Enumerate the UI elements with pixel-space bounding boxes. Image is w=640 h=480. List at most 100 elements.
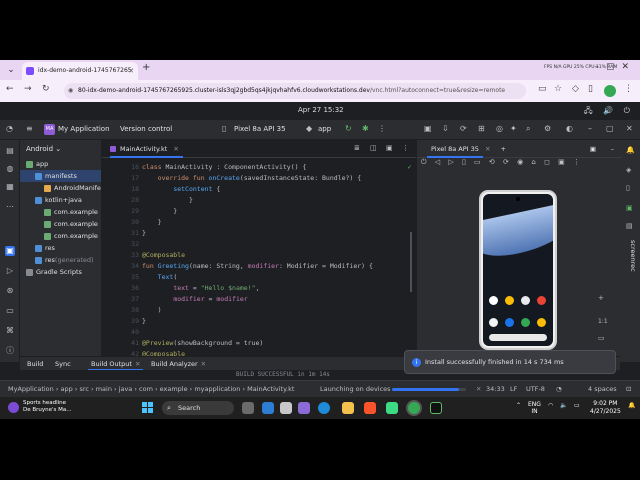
settings-icon[interactable]: ⚙ xyxy=(544,124,551,133)
code-line[interactable]: 40 xyxy=(102,327,416,338)
messages-icon[interactable] xyxy=(505,318,514,327)
notification-bell-icon[interactable]: 🔔 xyxy=(628,402,635,409)
main-menu-icon[interactable]: ≡ xyxy=(26,124,33,133)
news-widget[interactable]: Sports headline De Bruyne's Ma... xyxy=(8,400,78,416)
panel-options-icon[interactable]: ▣ xyxy=(590,140,596,158)
file-encoding[interactable]: UTF-8 xyxy=(526,385,545,393)
play-store-icon[interactable] xyxy=(489,296,498,305)
editor-menu-icon[interactable]: ⋮ xyxy=(402,144,409,152)
tree-item[interactable]: manifests xyxy=(20,170,101,182)
tray-overflow-icon[interactable]: ⌃ xyxy=(516,402,521,409)
edge-icon[interactable] xyxy=(318,402,330,414)
cancel-launch-icon[interactable]: ✕ xyxy=(476,385,481,393)
code-line[interactable]: 30 } xyxy=(102,217,416,228)
zoom-in-icon[interactable]: + xyxy=(598,294,604,302)
tree-item[interactable]: res xyxy=(20,242,101,254)
breadcrumb[interactable]: MyApplication › app › src › main › java … xyxy=(8,385,294,393)
code-line[interactable]: 36 text = "Hello $name!", xyxy=(102,283,416,294)
install-notification[interactable]: i Install successfully finished in 14 s … xyxy=(404,350,616,374)
file-explorer-icon[interactable] xyxy=(342,402,354,414)
app-inspection-icon[interactable]: ⊛ xyxy=(5,286,15,296)
logcat-icon[interactable]: ▭ xyxy=(5,306,15,316)
code-line[interactable]: 18 setContent { xyxy=(102,184,416,195)
project-view-selector[interactable]: Android xyxy=(26,145,53,153)
tree-item[interactable]: app xyxy=(20,158,101,170)
copilot-icon[interactable] xyxy=(298,402,310,414)
run-tool-icon[interactable]: ▷ xyxy=(5,266,15,276)
bottom-tab-build-analyzer[interactable]: Build Analyzer ✕ xyxy=(148,357,209,371)
editor-tab-mainactivity[interactable]: MainActivity.kt ✕ xyxy=(110,140,183,158)
code-view-icon[interactable]: ≣ xyxy=(354,144,360,152)
code-line[interactable]: 39} xyxy=(102,316,416,327)
close-window-icon[interactable]: ✕ xyxy=(626,124,633,133)
tree-item[interactable]: res(generated) xyxy=(20,254,101,266)
editor-scrollbar[interactable] xyxy=(410,232,412,292)
device-tab[interactable]: Pixel 8a API 35 xyxy=(427,140,483,158)
side-panel-icon[interactable]: ▯ xyxy=(588,84,593,94)
photos-icon[interactable] xyxy=(521,296,530,305)
new-tab-icon[interactable]: + xyxy=(142,62,150,73)
vcs-status-icon[interactable]: ◔ xyxy=(556,385,562,393)
close-tab-icon[interactable]: ✕ xyxy=(128,62,134,80)
code-line[interactable]: 38 ) xyxy=(102,305,416,316)
site-info-icon[interactable]: ◉ xyxy=(68,83,73,99)
install-app-icon[interactable]: ▭ xyxy=(538,84,547,94)
volume-icon[interactable]: 🔈 xyxy=(560,402,567,409)
zoom-fit-icon[interactable]: ▭ xyxy=(598,334,605,342)
code-line[interactable]: 16 class MainActivity : ComponentActivity… xyxy=(102,162,416,173)
project-selector[interactable]: My Application xyxy=(58,125,110,133)
youtube-icon[interactable] xyxy=(537,296,546,305)
code-line[interactable]: 28 } xyxy=(102,195,416,206)
language-indicator[interactable]: ENG IN xyxy=(528,401,541,415)
terminal-icon[interactable]: ⌘ xyxy=(5,326,15,336)
back-icon[interactable]: ← xyxy=(6,84,14,94)
chrome-icon[interactable] xyxy=(521,318,530,327)
code-line[interactable]: 34 fun Greeting(name: String, modifier: M… xyxy=(102,261,416,272)
close-build-output-icon[interactable]: ✕ xyxy=(135,360,140,368)
sync-icon[interactable]: ⟳ xyxy=(460,124,467,133)
code-line[interactable]: 41 @Preview(showBackground = true) xyxy=(102,338,416,349)
add-device-icon[interactable]: + xyxy=(501,145,506,153)
running-devices-side-icon[interactable]: ▣ xyxy=(626,204,633,212)
project-folder-icon[interactable]: ▤ xyxy=(5,146,15,156)
reload-icon[interactable]: ↻ xyxy=(42,84,50,94)
battery-icon[interactable]: ▭ xyxy=(574,402,580,409)
tree-item[interactable]: Gradle Scripts xyxy=(20,266,101,278)
cursor-position[interactable]: 34:33 xyxy=(486,385,505,393)
tab-search-icon[interactable]: ⌄ xyxy=(4,63,18,77)
emulator-phone[interactable] xyxy=(479,190,557,350)
project-panel-header[interactable]: Android ⌄ xyxy=(20,140,101,158)
indent-setting[interactable]: 4 spaces xyxy=(588,385,617,393)
problems-icon[interactable]: ⓘ xyxy=(5,346,15,356)
url-field[interactable]: ◉ 80-idx-demo-android-1745767265925.clus… xyxy=(64,83,526,99)
chrome-taskbar-icon[interactable] xyxy=(408,402,420,414)
taskbar-search[interactable]: ⌕ Search xyxy=(162,401,234,415)
search-icon[interactable]: ⌕ xyxy=(526,124,530,134)
bottom-tab-build-output[interactable]: Build Output ✕ xyxy=(88,357,144,371)
tree-item[interactable]: kotlin+java xyxy=(20,194,101,206)
close-device-tab-icon[interactable]: ✕ xyxy=(485,145,490,153)
resource-manager-icon[interactable]: ▦ xyxy=(5,182,15,192)
version-control-menu[interactable]: Version control xyxy=(120,125,172,133)
run-config-selector[interactable]: app xyxy=(318,125,331,133)
tree-item[interactable]: com.example xyxy=(20,230,101,242)
phone-search-bar[interactable] xyxy=(489,334,547,341)
window-controls[interactable]: –▢✕ xyxy=(594,62,636,72)
zoom-actual[interactable]: 1:1 xyxy=(598,318,608,325)
more-actions-icon[interactable]: ⋮ xyxy=(378,124,386,133)
tree-item[interactable]: com.example xyxy=(20,218,101,230)
terminal-taskbar-icon[interactable] xyxy=(430,402,442,414)
bottom-tab-build[interactable]: Build xyxy=(24,357,46,371)
bottom-tab-sync[interactable]: Sync xyxy=(52,357,74,371)
task-view-icon[interactable] xyxy=(242,402,254,414)
readonly-lock-icon[interactable]: ⊡ xyxy=(626,385,631,393)
launch-status[interactable]: Launching on devices xyxy=(320,385,391,393)
sdk-manager-icon[interactable]: ⇩ xyxy=(442,124,449,133)
taskbar-clock[interactable]: 9:02 PM 4/27/2025 xyxy=(590,400,621,416)
android-studio-taskbar-icon[interactable] xyxy=(386,402,398,414)
close-editor-tab-icon[interactable]: ✕ xyxy=(173,145,178,153)
commit-icon[interactable]: ◍ xyxy=(5,164,15,174)
browser-menu-icon[interactable]: ⋮ xyxy=(624,84,633,94)
camera-app-icon[interactable] xyxy=(537,318,546,327)
windows-start-icon[interactable] xyxy=(142,402,154,414)
